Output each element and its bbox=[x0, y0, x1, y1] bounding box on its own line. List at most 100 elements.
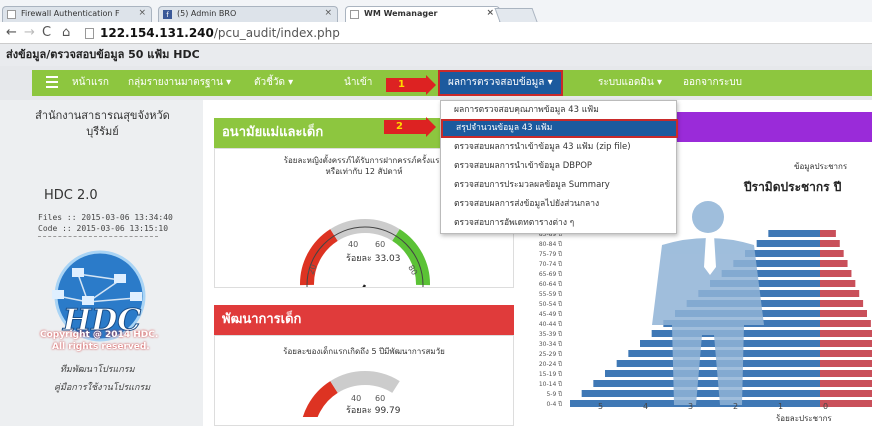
pyramid-bar-female bbox=[820, 270, 852, 277]
x-tick-label: 2 bbox=[733, 402, 738, 411]
age-group-label: 30-34 ปี bbox=[539, 340, 562, 348]
age-group-label: 70-74 ปี bbox=[539, 260, 562, 268]
pyramid-bar-female bbox=[820, 280, 856, 287]
age-group-label: 5-9 ปี bbox=[546, 390, 562, 398]
facebook-icon: f bbox=[163, 10, 172, 19]
pyramid-bar-female bbox=[820, 340, 872, 347]
close-icon[interactable]: × bbox=[324, 8, 332, 18]
organization-name: สำนักงานสาธารณสุขจังหวัด บุรีรัมย์ bbox=[35, 109, 170, 138]
menu-item-summary-43[interactable]: สรุปจำนวนข้อมูล 43 แฟ้ม bbox=[441, 119, 678, 138]
home-icon[interactable]: ⌂ bbox=[62, 25, 70, 41]
gauge-child: 40 60 ร้อยละ 99.79 bbox=[300, 371, 401, 426]
address-bar: ← → C ⌂ 122.154.131.240/pcu_audit/index.… bbox=[0, 22, 872, 44]
pyramid-bar-female bbox=[820, 310, 867, 317]
site-title: ส่งข้อมูล/ตรวจสอบข้อมูล 50 แฟ้ม HDC bbox=[0, 44, 872, 66]
nav-item-admin[interactable]: ระบบแอดมิน ▾ bbox=[598, 70, 662, 96]
age-group-label: 50-54 ปี bbox=[539, 300, 562, 308]
age-group-label: 75-79 ปี bbox=[539, 250, 562, 258]
svg-text:60: 60 bbox=[375, 240, 385, 249]
browser-tab-wemanager[interactable]: WM Wemanager × bbox=[345, 6, 500, 22]
pyramid-bar-female bbox=[820, 390, 872, 397]
age-group-label: 15-19 ปี bbox=[539, 370, 562, 378]
pyramid-bar-female bbox=[820, 320, 871, 327]
pyramid-bar-female bbox=[820, 370, 872, 377]
pyramid-bar-female bbox=[820, 230, 836, 237]
pyramid-bar-male bbox=[581, 390, 820, 397]
svg-text:40: 40 bbox=[351, 394, 361, 403]
age-group-label: 45-49 ปี bbox=[539, 310, 562, 318]
age-group-label: 25-29 ปี bbox=[539, 350, 562, 358]
reload-icon[interactable]: C bbox=[42, 25, 51, 41]
browser-tab-facebook[interactable]: f (5) Admin BRO × bbox=[158, 6, 338, 22]
page-icon bbox=[350, 10, 359, 19]
callout-step-1: 1 bbox=[386, 75, 436, 95]
gauge-value-label: ร้อยละ 99.79 bbox=[346, 405, 401, 416]
menu-item-quality-43[interactable]: ผลการตรวจสอบคุณภาพข้อมูล 43 แฟ้ม bbox=[441, 101, 678, 120]
browser-tab-firewall[interactable]: Firewall Authentication F × bbox=[2, 6, 152, 22]
x-tick-label: 3 bbox=[688, 402, 693, 411]
svg-text:ร้อยละประชากร: ร้อยละประชากร bbox=[776, 414, 832, 423]
nav-item-data-check[interactable]: ผลการตรวจสอบข้อมูล ▾ bbox=[438, 70, 563, 96]
age-group-label: 65-69 ปี bbox=[539, 270, 562, 278]
gauge-needle bbox=[338, 284, 367, 329]
pyramid-bar-male bbox=[768, 230, 820, 237]
page-icon bbox=[85, 28, 94, 39]
menu-item-summary-processing[interactable]: ตรวจสอบการประมวลผลข้อมูล Summary bbox=[441, 176, 678, 195]
callout-step-2: 2 bbox=[384, 117, 436, 137]
menu-item-send-central[interactable]: ตรวจสอบผลการส่งข้อมูลไปยังส่วนกลาง bbox=[441, 195, 678, 214]
nav-item-indicators[interactable]: ตัวชี้วัด ▾ bbox=[254, 70, 293, 96]
svg-text:40: 40 bbox=[348, 240, 358, 249]
forward-arrow-icon[interactable]: → bbox=[24, 25, 35, 41]
x-tick-label: 5 bbox=[598, 402, 603, 411]
age-group-label: 40-44 ปี bbox=[539, 320, 562, 328]
url-field[interactable]: 122.154.131.240/pcu_audit/index.php bbox=[85, 25, 865, 41]
close-icon[interactable]: × bbox=[138, 8, 146, 18]
back-arrow-icon[interactable]: ← bbox=[6, 25, 17, 41]
copyright-line1: Copyright @ 2014 HDC. bbox=[40, 330, 159, 340]
population-subtitle: ข้อมูลประชากร bbox=[794, 162, 848, 171]
new-tab-button[interactable] bbox=[494, 8, 538, 22]
pyramid-bar-female bbox=[820, 330, 872, 337]
age-group-label: 0-4 ปี bbox=[546, 400, 562, 408]
dev-team-link[interactable]: ทีมพัฒนาโปรแกรม bbox=[60, 362, 135, 376]
age-group-label: 55-59 ปี bbox=[539, 290, 562, 298]
pyramid-bar-male bbox=[756, 240, 820, 247]
panel-child-title: พัฒนาการเด็ก bbox=[214, 305, 514, 335]
pyramid-bar-female bbox=[820, 240, 840, 247]
x-tick-label: 4 bbox=[643, 402, 648, 411]
menu-item-import-dbpop[interactable]: ตรวจสอบผลการนำเข้าข้อมูล DBPOP bbox=[441, 157, 678, 176]
age-group-label: 10-14 ปี bbox=[539, 380, 562, 388]
age-group-label: 60-64 ปี bbox=[539, 280, 562, 288]
screenshot: Firewall Authentication F × f (5) Admin … bbox=[0, 0, 872, 426]
nav-item-logout[interactable]: ออกจากระบบ bbox=[683, 70, 742, 96]
copyright-line2: All rights reserved. bbox=[52, 342, 150, 352]
hamburger-menu-icon[interactable] bbox=[46, 76, 58, 88]
panel-child-body: ร้อยละของเด็กแรกเกิดถึง 5 ปีมีพัฒนาการสม… bbox=[214, 335, 514, 426]
pyramid-bar-female bbox=[820, 380, 872, 387]
pyramid-bar-female bbox=[820, 350, 872, 357]
pyramid-bar-female bbox=[820, 290, 860, 297]
browser-tab-bar: Firewall Authentication F × f (5) Admin … bbox=[0, 0, 872, 22]
menu-item-table-updates[interactable]: ตรวจสอบการอัพเดทตารางต่าง ๆ bbox=[441, 214, 678, 233]
age-group-label: 35-39 ปี bbox=[539, 330, 562, 338]
data-check-dropdown: ผลการตรวจสอบคุณภาพข้อมูล 43 แฟ้ม สรุปจำน… bbox=[440, 100, 678, 234]
pyramid-bar-female bbox=[820, 250, 844, 257]
version-info: Files :: 2015-03-06 13:34:40 Code :: 201… bbox=[38, 213, 173, 233]
age-group-label: 80-84 ปี bbox=[539, 240, 562, 248]
pyramid-bar-male bbox=[745, 250, 820, 257]
svg-text:60: 60 bbox=[375, 394, 385, 403]
pyramid-bar-female bbox=[820, 360, 872, 367]
menu-item-import-zip[interactable]: ตรวจสอบผลการนำเข้าข้อมูล 43 แฟ้ม (zip fi… bbox=[441, 138, 678, 157]
divider bbox=[38, 236, 158, 237]
pyramid-bar-female bbox=[820, 260, 848, 267]
main-navbar: หน้าแรก กลุ่มรายงานมาตรฐาน ▾ ตัวชี้วัด ▾… bbox=[0, 66, 872, 100]
nav-item-home[interactable]: หน้าแรก bbox=[72, 70, 109, 96]
gauge-value-label: ร้อยละ 33.03 bbox=[346, 253, 401, 264]
page-icon bbox=[7, 10, 16, 19]
close-icon[interactable]: × bbox=[486, 8, 494, 18]
app-name: HDC 2.0 bbox=[44, 188, 98, 203]
user-manual-link[interactable]: คู่มือการใช้งานโปรแกรม bbox=[54, 380, 150, 394]
nav-item-import[interactable]: นำเข้า bbox=[344, 70, 372, 96]
age-group-label: 20-24 ปี bbox=[539, 360, 562, 368]
nav-item-standard-reports[interactable]: กลุ่มรายงานมาตรฐาน ▾ bbox=[128, 70, 231, 96]
